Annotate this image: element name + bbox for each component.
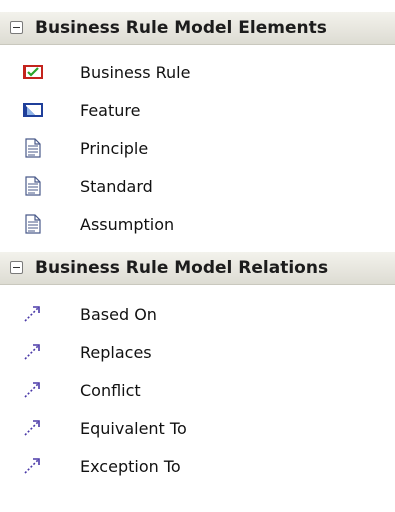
relations-section-header[interactable]: Business Rule Model Relations <box>0 252 395 285</box>
item-label: Conflict <box>80 381 141 400</box>
dashed-arrow-icon <box>22 304 44 324</box>
collapse-icon[interactable] <box>10 261 23 274</box>
toolbox-item-standard[interactable]: Standard <box>0 168 395 206</box>
collapse-icon[interactable] <box>10 21 23 34</box>
dashed-arrow-icon <box>22 380 44 400</box>
dashed-arrow-icon <box>22 342 44 362</box>
toolbox-panel: Business Rule Model Elements Business Ru… <box>0 0 395 512</box>
toolbox-item-equivalent-to[interactable]: Equivalent To <box>0 410 395 448</box>
item-label: Standard <box>80 177 153 196</box>
item-label: Equivalent To <box>80 419 187 438</box>
item-label: Assumption <box>80 215 175 234</box>
toolbox-item-conflict[interactable]: Conflict <box>0 372 395 410</box>
document-icon <box>22 176 44 196</box>
business-rule-icon <box>22 62 44 82</box>
item-label: Exception To <box>80 457 181 476</box>
item-label: Principle <box>80 139 149 158</box>
toolbox-item-feature[interactable]: Feature <box>0 92 395 130</box>
toolbox-item-principle[interactable]: Principle <box>0 130 395 168</box>
toolbox-item-based-on[interactable]: Based On <box>0 296 395 334</box>
document-icon <box>22 138 44 158</box>
toolbox-item-assumption[interactable]: Assumption <box>0 206 395 244</box>
item-label: Feature <box>80 101 141 120</box>
section-title: Business Rule Model Relations <box>35 258 329 278</box>
toolbox-item-replaces[interactable]: Replaces <box>0 334 395 372</box>
dashed-arrow-icon <box>22 456 44 476</box>
document-icon <box>22 214 44 234</box>
toolbox-item-exception-to[interactable]: Exception To <box>0 448 395 486</box>
item-label: Based On <box>80 305 157 324</box>
elements-section-header[interactable]: Business Rule Model Elements <box>0 12 395 45</box>
feature-icon <box>22 100 44 120</box>
item-label: Business Rule <box>80 63 191 82</box>
toolbox-item-business-rule[interactable]: Business Rule <box>0 54 395 92</box>
dashed-arrow-icon <box>22 418 44 438</box>
item-label: Replaces <box>80 343 152 362</box>
section-title: Business Rule Model Elements <box>35 18 327 38</box>
